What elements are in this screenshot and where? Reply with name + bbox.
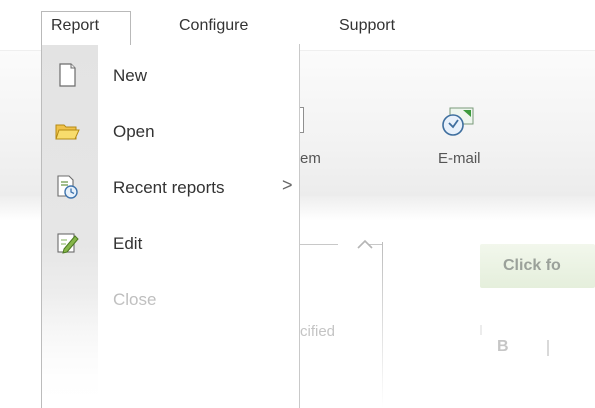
panel-border-right [382, 242, 383, 408]
menu-item-recent-reports[interactable]: Recent reports > [42, 160, 299, 216]
submenu-chevron-right-icon: > [282, 175, 293, 195]
menu-item-label: Recent reports [113, 178, 225, 197]
recent-reports-icon [57, 175, 78, 199]
click-for-button[interactable]: Click fo [480, 244, 595, 288]
ribbon-item-label[interactable]: em [300, 150, 321, 167]
menu-item-label: New [113, 66, 148, 85]
panel-border-top-left [298, 244, 338, 245]
divider [480, 325, 482, 335]
edit-icon [57, 233, 79, 254]
menu-configure[interactable]: Configure [171, 12, 256, 40]
email-button-label[interactable]: E-mail [438, 150, 481, 167]
menu-fade-overlay [42, 294, 299, 408]
menu-bar: Report Configure Support [0, 0, 595, 46]
panel-text: cified [300, 323, 336, 340]
menu-item-open[interactable]: Open [42, 104, 299, 160]
email-schedule-icon[interactable] [441, 107, 475, 137]
menu-item-label: Open [113, 122, 155, 141]
menu-item-edit[interactable]: Edit [42, 216, 299, 272]
menu-report[interactable]: Report [41, 11, 131, 45]
menu-support[interactable]: Support [331, 12, 403, 40]
new-document-icon [59, 63, 76, 87]
menu-item-label: Edit [113, 234, 143, 253]
menu-item-new[interactable]: New [42, 48, 299, 104]
click-for-button-label: Click fo [503, 257, 561, 274]
collapse-caret-icon[interactable] [357, 233, 373, 254]
open-folder-icon [55, 124, 80, 140]
bold-letter: B [497, 338, 509, 355]
report-dropdown-menu: New Open Recent reports > Edit Close [41, 44, 300, 408]
divider [547, 340, 549, 356]
